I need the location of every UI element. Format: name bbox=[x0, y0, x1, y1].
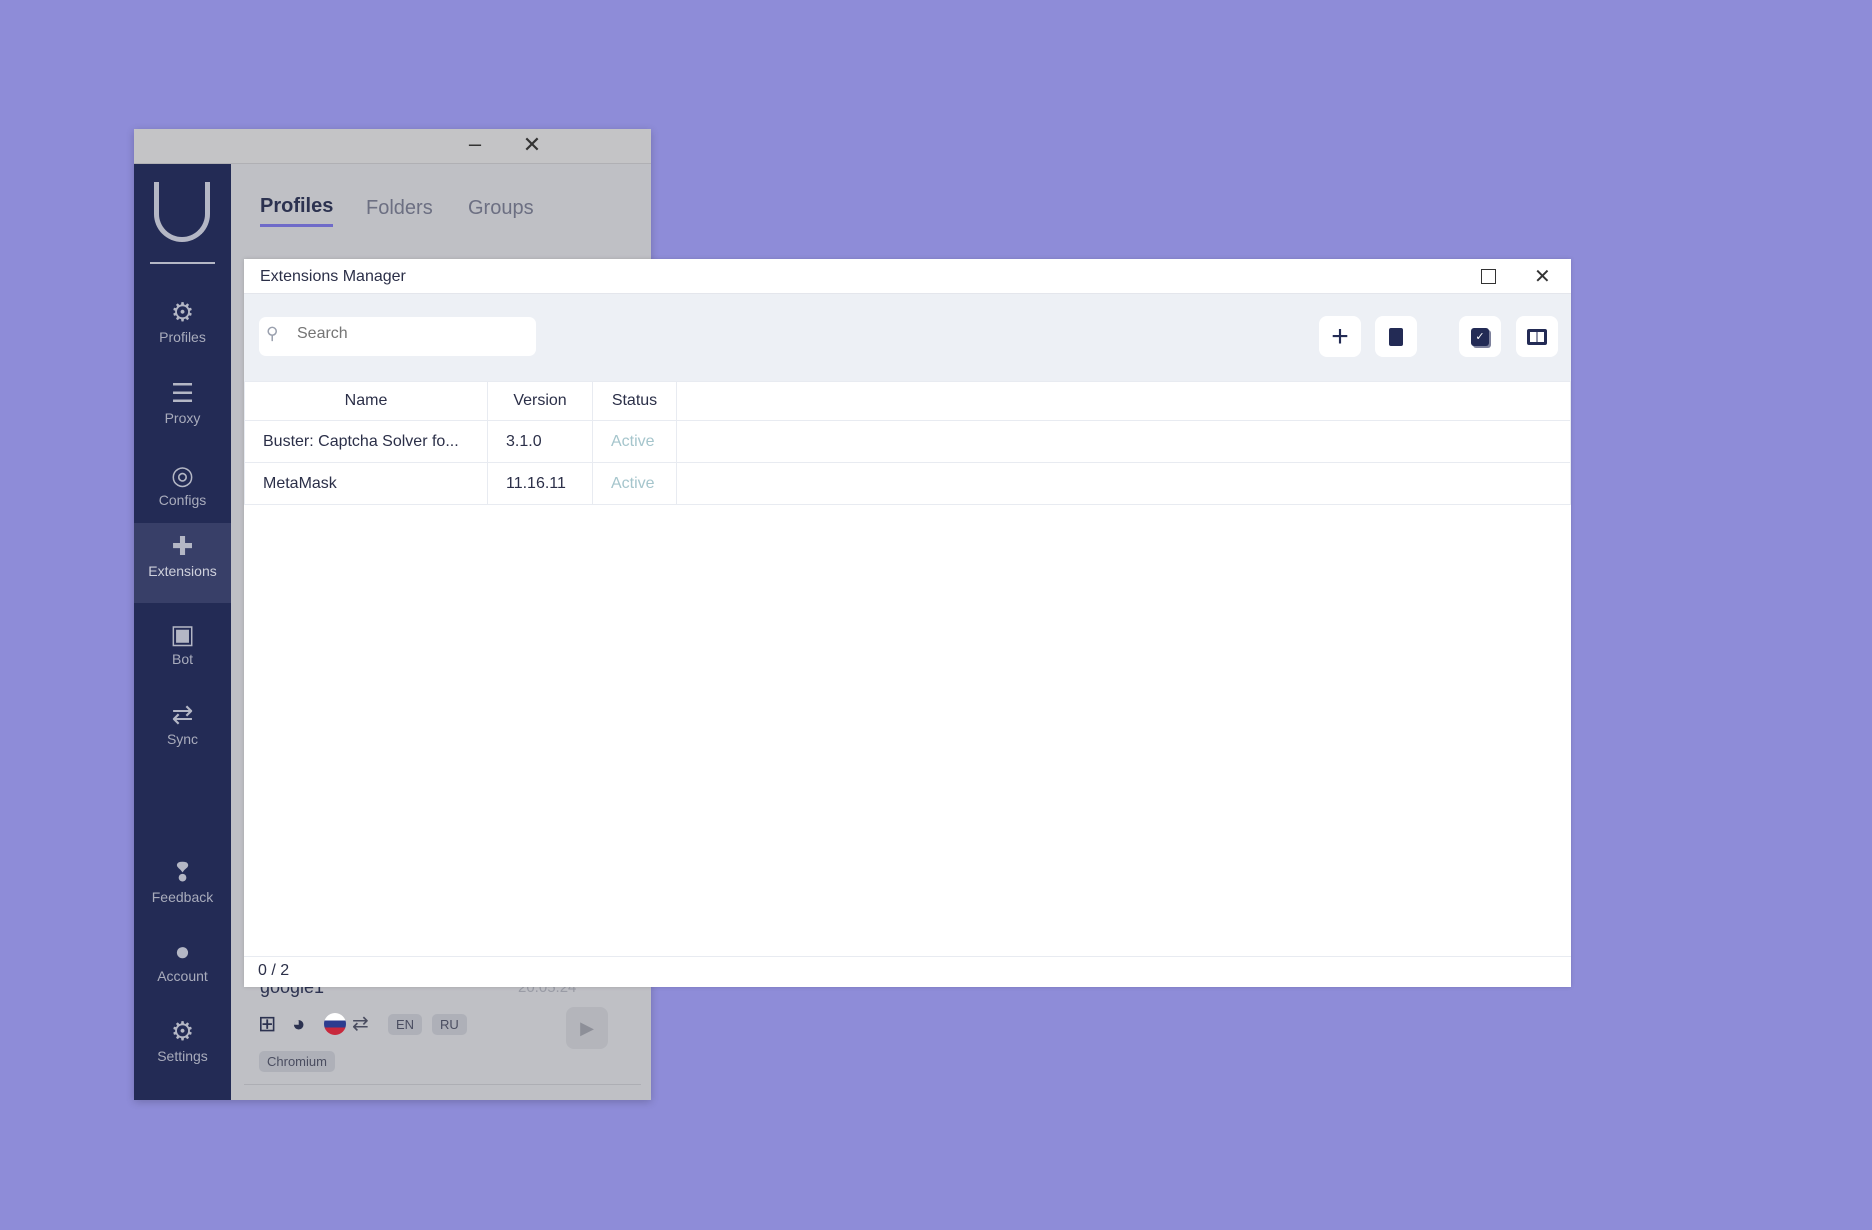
sidebar-item-configs[interactable]: ◎ Configs bbox=[134, 452, 231, 532]
cell-name: Buster: Captcha Solver fo... bbox=[244, 420, 488, 463]
label: Settings bbox=[157, 1048, 208, 1064]
label: Proxy bbox=[164, 410, 201, 426]
tab-folders[interactable]: Folders bbox=[366, 197, 433, 220]
close-button[interactable]: ✕ bbox=[517, 132, 547, 158]
fingerprint-icon: ◎ bbox=[171, 460, 194, 490]
selection-count: 0 / 2 bbox=[244, 956, 1571, 987]
column-header-name[interactable]: Name bbox=[244, 381, 488, 421]
search-input[interactable] bbox=[297, 325, 517, 343]
table-row[interactable]: MetaMask 11.16.11 Active bbox=[244, 462, 1571, 505]
browser-icon: ◕ bbox=[292, 1011, 306, 1036]
cell-version: 3.1.0 bbox=[487, 420, 593, 463]
users-gear-icon: ⚙ bbox=[170, 297, 195, 327]
add-extension-button[interactable]: + bbox=[1319, 316, 1361, 357]
tab-profiles[interactable]: Profiles bbox=[260, 195, 334, 227]
cell-filler bbox=[676, 462, 1571, 505]
lang-chip: RU bbox=[432, 1014, 467, 1035]
title-bar: – ✕ bbox=[134, 129, 651, 164]
minimize-button[interactable]: – bbox=[460, 131, 490, 157]
label: Account bbox=[157, 968, 208, 984]
label: Configs bbox=[158, 492, 207, 508]
sidebar-item-bot[interactable]: ▣ Bot bbox=[134, 611, 231, 691]
sidebar-item-extensions[interactable]: ✚ Extensions bbox=[134, 523, 231, 603]
sync-icon: ⇄ bbox=[171, 699, 194, 729]
maximize-button[interactable] bbox=[1481, 269, 1496, 284]
select-all-button[interactable]: ✓ bbox=[1459, 316, 1501, 357]
windows-icon: ⊞ bbox=[258, 1011, 277, 1036]
extensions-manager-dialog: Extensions Manager ✕ ⚲ + ✓ Name Version … bbox=[244, 259, 1571, 987]
extensions-table: Name Version Status Buster: Captcha Solv… bbox=[244, 381, 1571, 505]
sidebar: ⚙ Profiles ☰ Proxy ◎ Configs ✚ Extensions ▣ B… bbox=[134, 164, 231, 1100]
sidebar-item-account[interactable]: ● Account bbox=[134, 928, 231, 1008]
columns-icon bbox=[1527, 328, 1547, 345]
label: Feedback bbox=[151, 889, 214, 905]
sidebar-item-feedback[interactable]: ❢ Feedback bbox=[134, 849, 231, 929]
dialog-title-bar: Extensions Manager ✕ bbox=[244, 259, 1571, 294]
delete-button[interactable] bbox=[1375, 316, 1417, 357]
cell-name: MetaMask bbox=[244, 462, 488, 505]
cell-version: 11.16.11 bbox=[487, 462, 593, 505]
sidebar-item-proxy[interactable]: ☰ Proxy bbox=[134, 370, 231, 450]
table-row[interactable]: Buster: Captcha Solver fo... 3.1.0 Activ… bbox=[244, 420, 1571, 463]
play-button[interactable]: ▶ bbox=[566, 1007, 608, 1049]
plus-icon: + bbox=[1331, 319, 1349, 353]
lang-chip: EN bbox=[388, 1014, 423, 1035]
dialog-title: Extensions Manager bbox=[260, 268, 406, 285]
cell-status: Active bbox=[592, 420, 677, 463]
account-icon: ● bbox=[174, 936, 191, 966]
puzzle-icon: ✚ bbox=[171, 531, 194, 561]
search-icon: ⚲ bbox=[266, 324, 279, 343]
tab-groups[interactable]: Groups bbox=[468, 197, 534, 220]
cell-filler bbox=[676, 420, 1571, 463]
checkbox-icon: ✓ bbox=[1471, 327, 1489, 346]
sidebar-item-settings[interactable]: ⚙ Settings bbox=[134, 1008, 231, 1088]
label: Bot bbox=[171, 651, 193, 667]
robot-icon: ▣ bbox=[170, 619, 195, 649]
close-button[interactable]: ✕ bbox=[1534, 264, 1551, 289]
divider bbox=[150, 262, 215, 264]
feedback-icon: ❢ bbox=[171, 857, 194, 887]
swap-icon: ⇄ bbox=[352, 1013, 369, 1035]
trash-icon bbox=[1389, 327, 1403, 346]
browser-chip: Chromium bbox=[259, 1051, 335, 1072]
label: Profiles bbox=[159, 329, 206, 345]
label: Extensions bbox=[148, 563, 217, 579]
divider bbox=[244, 1084, 641, 1085]
columns-button[interactable] bbox=[1516, 316, 1558, 357]
logo bbox=[154, 182, 210, 242]
sidebar-item-sync[interactable]: ⇄ Sync bbox=[134, 691, 231, 771]
column-header-status[interactable]: Status bbox=[592, 381, 677, 421]
column-header-version[interactable]: Version bbox=[487, 381, 593, 421]
column-filler bbox=[676, 381, 1571, 421]
cell-status: Active bbox=[592, 462, 677, 505]
toolbar: ⚲ + ✓ bbox=[244, 294, 1571, 381]
sidebar-item-profiles[interactable]: ⚙ Profiles bbox=[134, 289, 231, 369]
gear-icon: ⚙ bbox=[170, 1016, 195, 1046]
label: Sync bbox=[166, 731, 199, 747]
russia-flag-icon bbox=[324, 1013, 346, 1035]
server-icon: ☰ bbox=[170, 378, 195, 408]
table-header: Name Version Status bbox=[244, 381, 1571, 421]
search-field[interactable]: ⚲ bbox=[259, 317, 536, 356]
